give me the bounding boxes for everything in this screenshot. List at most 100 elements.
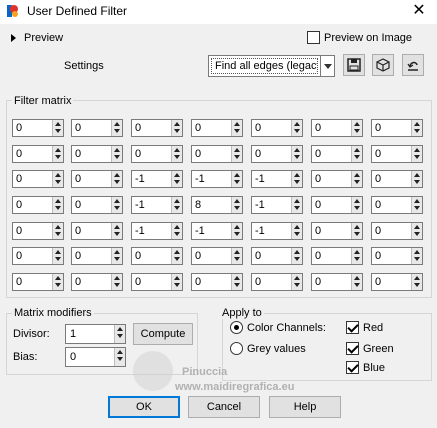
- spinner-arrows-icon[interactable]: [52, 120, 63, 136]
- bias-input[interactable]: 0: [65, 347, 126, 367]
- matrix-cell[interactable]: -1: [131, 222, 183, 240]
- save-preset-button[interactable]: [343, 54, 365, 76]
- chevron-down-icon[interactable]: [320, 56, 334, 76]
- matrix-cell[interactable]: -1: [191, 170, 243, 188]
- preview-toggle[interactable]: Preview: [11, 32, 63, 44]
- matrix-cell[interactable]: 0: [71, 247, 123, 265]
- spinner-arrows-icon[interactable]: [351, 171, 362, 187]
- spinner-arrows-icon[interactable]: [351, 197, 362, 213]
- spinner-arrows-icon[interactable]: [231, 274, 242, 290]
- spinner-arrows-icon[interactable]: [291, 171, 302, 187]
- spinner-arrows-icon[interactable]: [291, 248, 302, 264]
- spinner-arrows-icon[interactable]: [351, 146, 362, 162]
- matrix-cell[interactable]: 0: [71, 222, 123, 240]
- spinner-arrows-icon[interactable]: [171, 248, 182, 264]
- spinner-arrows-icon[interactable]: [171, 223, 182, 239]
- matrix-cell[interactable]: 0: [131, 273, 183, 291]
- matrix-cell[interactable]: 0: [191, 119, 243, 137]
- matrix-cell[interactable]: -1: [131, 170, 183, 188]
- spinner-arrows-icon[interactable]: [231, 248, 242, 264]
- matrix-cell[interactable]: -1: [131, 196, 183, 214]
- matrix-cell[interactable]: 0: [191, 145, 243, 163]
- matrix-cell[interactable]: 0: [12, 170, 64, 188]
- grey-values-radio[interactable]: Grey values: [230, 342, 306, 355]
- reset-button[interactable]: [402, 54, 424, 76]
- radio-button[interactable]: [230, 342, 243, 355]
- matrix-cell[interactable]: 0: [371, 119, 423, 137]
- spinner-arrows-icon[interactable]: [411, 248, 422, 264]
- matrix-cell[interactable]: 0: [371, 145, 423, 163]
- spinner-arrows-icon[interactable]: [111, 248, 122, 264]
- red-checkbox[interactable]: Red: [346, 321, 383, 334]
- bias-spinner[interactable]: [114, 348, 125, 366]
- color-channels-radio[interactable]: Color Channels:: [230, 321, 326, 334]
- matrix-cell[interactable]: 0: [12, 247, 64, 265]
- matrix-cell[interactable]: 0: [71, 145, 123, 163]
- spinner-arrows-icon[interactable]: [52, 274, 63, 290]
- matrix-cell[interactable]: 0: [311, 119, 363, 137]
- spinner-arrows-icon[interactable]: [351, 223, 362, 239]
- compute-button[interactable]: Compute: [133, 323, 193, 345]
- matrix-cell[interactable]: 0: [131, 119, 183, 137]
- spinner-arrows-icon[interactable]: [231, 146, 242, 162]
- spinner-arrows-icon[interactable]: [171, 274, 182, 290]
- spinner-arrows-icon[interactable]: [111, 274, 122, 290]
- ok-button[interactable]: OK: [108, 396, 180, 418]
- checkbox-box[interactable]: [346, 321, 359, 334]
- matrix-cell[interactable]: 0: [71, 196, 123, 214]
- spinner-arrows-icon[interactable]: [411, 171, 422, 187]
- matrix-cell[interactable]: -1: [251, 196, 303, 214]
- matrix-cell[interactable]: 0: [131, 145, 183, 163]
- spinner-arrows-icon[interactable]: [231, 197, 242, 213]
- spinner-arrows-icon[interactable]: [411, 120, 422, 136]
- checkbox-box[interactable]: [346, 361, 359, 374]
- spinner-arrows-icon[interactable]: [111, 120, 122, 136]
- matrix-cell[interactable]: 0: [191, 247, 243, 265]
- checkbox-box[interactable]: [307, 31, 320, 44]
- spinner-arrows-icon[interactable]: [411, 146, 422, 162]
- spinner-arrows-icon[interactable]: [291, 274, 302, 290]
- matrix-cell[interactable]: 0: [311, 170, 363, 188]
- matrix-cell[interactable]: -1: [251, 222, 303, 240]
- spinner-arrows-icon[interactable]: [351, 248, 362, 264]
- matrix-cell[interactable]: 8: [191, 196, 243, 214]
- matrix-cell[interactable]: 0: [371, 247, 423, 265]
- blue-checkbox[interactable]: Blue: [346, 361, 385, 374]
- spinner-arrows-icon[interactable]: [111, 171, 122, 187]
- spinner-arrows-icon[interactable]: [111, 197, 122, 213]
- matrix-cell[interactable]: 0: [371, 222, 423, 240]
- preset-dropdown[interactable]: Find all edges (legacy): [208, 55, 335, 77]
- divisor-input[interactable]: 1: [65, 324, 126, 344]
- spinner-arrows-icon[interactable]: [411, 274, 422, 290]
- spinner-arrows-icon[interactable]: [351, 120, 362, 136]
- help-button[interactable]: Help: [269, 396, 341, 418]
- spinner-arrows-icon[interactable]: [231, 223, 242, 239]
- matrix-cell[interactable]: -1: [191, 222, 243, 240]
- spinner-arrows-icon[interactable]: [52, 197, 63, 213]
- spinner-arrows-icon[interactable]: [291, 146, 302, 162]
- checkbox-box[interactable]: [346, 342, 359, 355]
- matrix-cell[interactable]: 0: [311, 145, 363, 163]
- matrix-cell[interactable]: 0: [371, 196, 423, 214]
- spinner-arrows-icon[interactable]: [171, 120, 182, 136]
- spinner-arrows-icon[interactable]: [171, 197, 182, 213]
- green-checkbox[interactable]: Green: [346, 342, 394, 355]
- spinner-arrows-icon[interactable]: [171, 146, 182, 162]
- spinner-arrows-icon[interactable]: [231, 120, 242, 136]
- spinner-arrows-icon[interactable]: [52, 171, 63, 187]
- spinner-arrows-icon[interactable]: [171, 171, 182, 187]
- spinner-arrows-icon[interactable]: [291, 197, 302, 213]
- spinner-arrows-icon[interactable]: [52, 248, 63, 264]
- spinner-arrows-icon[interactable]: [52, 146, 63, 162]
- spinner-arrows-icon[interactable]: [231, 171, 242, 187]
- matrix-cell[interactable]: 0: [371, 273, 423, 291]
- matrix-cell[interactable]: 0: [12, 196, 64, 214]
- radio-button[interactable]: [230, 321, 243, 334]
- matrix-cell[interactable]: 0: [71, 273, 123, 291]
- matrix-cell[interactable]: 0: [12, 119, 64, 137]
- matrix-cell[interactable]: 0: [131, 247, 183, 265]
- matrix-cell[interactable]: 0: [71, 170, 123, 188]
- spinner-arrows-icon[interactable]: [111, 223, 122, 239]
- matrix-cell[interactable]: 0: [311, 222, 363, 240]
- matrix-cell[interactable]: 0: [371, 170, 423, 188]
